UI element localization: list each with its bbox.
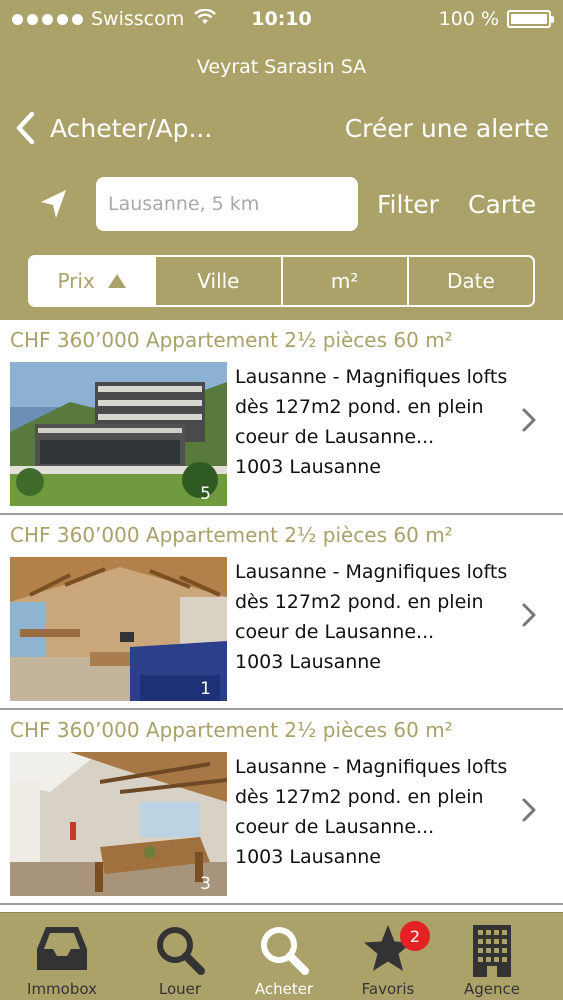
chevron-right-icon bbox=[522, 798, 536, 822]
tab-label: Agence bbox=[464, 980, 520, 998]
tab-rent[interactable]: Louer bbox=[130, 913, 230, 1000]
listing-title: CHF 360’000 Appartement 2½ pièces 60 m² bbox=[10, 523, 453, 547]
tab-buy[interactable]: Acheter bbox=[234, 913, 334, 1000]
location-search-input[interactable] bbox=[96, 177, 358, 231]
photo-count: 1 bbox=[200, 679, 211, 699]
filter-button[interactable]: Filter bbox=[377, 177, 439, 231]
navigation-bar: Acheter/Ap... Créer une alerte bbox=[0, 104, 563, 152]
listing-title: CHF 360’000 Appartement 2½ pièces 60 m² bbox=[10, 328, 453, 352]
tab-bar: Immobox Louer Acheter 2 Favoris Agence bbox=[0, 912, 563, 1000]
tab-agency[interactable]: Agence bbox=[442, 913, 542, 1000]
tab-label: Louer bbox=[158, 980, 202, 998]
listing-text: Lausanne - Magnifiques lofts dès 127m2 p… bbox=[235, 366, 508, 448]
location-arrow-icon[interactable] bbox=[38, 187, 70, 225]
listing-location: 1003 Lausanne bbox=[235, 456, 381, 478]
listing-photo: 1 bbox=[10, 557, 227, 701]
sort-area[interactable]: m² bbox=[283, 257, 409, 305]
battery-percent: 100 % bbox=[438, 8, 499, 30]
listing-title: CHF 360’000 Appartement 2½ pièces 60 m² bbox=[10, 718, 453, 742]
tab-favorites[interactable]: 2 Favoris bbox=[338, 913, 438, 1000]
listing-item[interactable]: CHF 360’000 Appartement 2½ pièces 60 m² … bbox=[0, 515, 563, 710]
listing-text: Lausanne - Magnifiques lofts dès 127m2 p… bbox=[235, 756, 508, 838]
back-label: Acheter/Ap... bbox=[50, 113, 213, 143]
photo-count: 5 bbox=[200, 484, 211, 504]
listing-photo: 3 bbox=[10, 752, 227, 896]
listing-item[interactable]: CHF 360’000 Appartement 2½ pièces 60 m² … bbox=[0, 710, 563, 905]
sort-city[interactable]: Ville bbox=[156, 257, 283, 305]
listing-text: Lausanne - Magnifiques lofts dès 127m2 p… bbox=[235, 561, 508, 643]
sort-date[interactable]: Date bbox=[409, 257, 533, 305]
inbox-icon bbox=[37, 927, 87, 970]
battery-icon bbox=[507, 10, 554, 28]
listing-description: Lausanne - Magnifiques lofts dès 127m2 p… bbox=[235, 362, 515, 482]
sort-price[interactable]: Prix bbox=[30, 257, 157, 305]
search-icon bbox=[261, 927, 309, 975]
chevron-right-icon bbox=[522, 603, 536, 627]
chevron-left-icon bbox=[16, 111, 35, 145]
favorites-badge: 2 bbox=[400, 921, 430, 951]
search-icon bbox=[157, 927, 205, 975]
listing-location: 1003 Lausanne bbox=[235, 846, 381, 868]
chevron-right-icon bbox=[522, 408, 536, 432]
listing-photo: 5 bbox=[10, 362, 227, 506]
listing-item[interactable]: CHF 360’000 Appartement 2½ pièces 60 m² … bbox=[0, 320, 563, 515]
tab-label: Immobox bbox=[27, 980, 97, 998]
header: Swisscom 10:10 100 % Veyrat Sarasin SA A… bbox=[0, 0, 563, 320]
triangle-up-icon bbox=[107, 274, 126, 288]
tab-label: Favoris bbox=[361, 980, 415, 998]
building-icon bbox=[473, 925, 511, 977]
create-alert-button[interactable]: Créer une alerte bbox=[345, 104, 549, 152]
status-bar: Swisscom 10:10 100 % bbox=[0, 0, 563, 38]
back-button[interactable]: Acheter/Ap... bbox=[14, 104, 212, 152]
sort-segmented-control: Prix Ville m² Date bbox=[28, 255, 535, 307]
agency-name: Veyrat Sarasin SA bbox=[196, 56, 367, 78]
battery-info: 100 % bbox=[438, 8, 554, 30]
tab-label: Acheter bbox=[254, 980, 314, 998]
photo-count: 3 bbox=[200, 874, 211, 894]
search-row: Filter Carte bbox=[0, 177, 563, 231]
tab-immobox[interactable]: Immobox bbox=[12, 913, 112, 1000]
listing-list: CHF 360’000 Appartement 2½ pièces 60 m² … bbox=[0, 320, 563, 905]
map-button[interactable]: Carte bbox=[468, 177, 536, 231]
listing-description: Lausanne - Magnifiques lofts dès 127m2 p… bbox=[235, 557, 515, 677]
sort-price-label: Prix bbox=[57, 269, 95, 293]
listing-location: 1003 Lausanne bbox=[235, 651, 381, 673]
listing-description: Lausanne - Magnifiques lofts dès 127m2 p… bbox=[235, 752, 515, 872]
